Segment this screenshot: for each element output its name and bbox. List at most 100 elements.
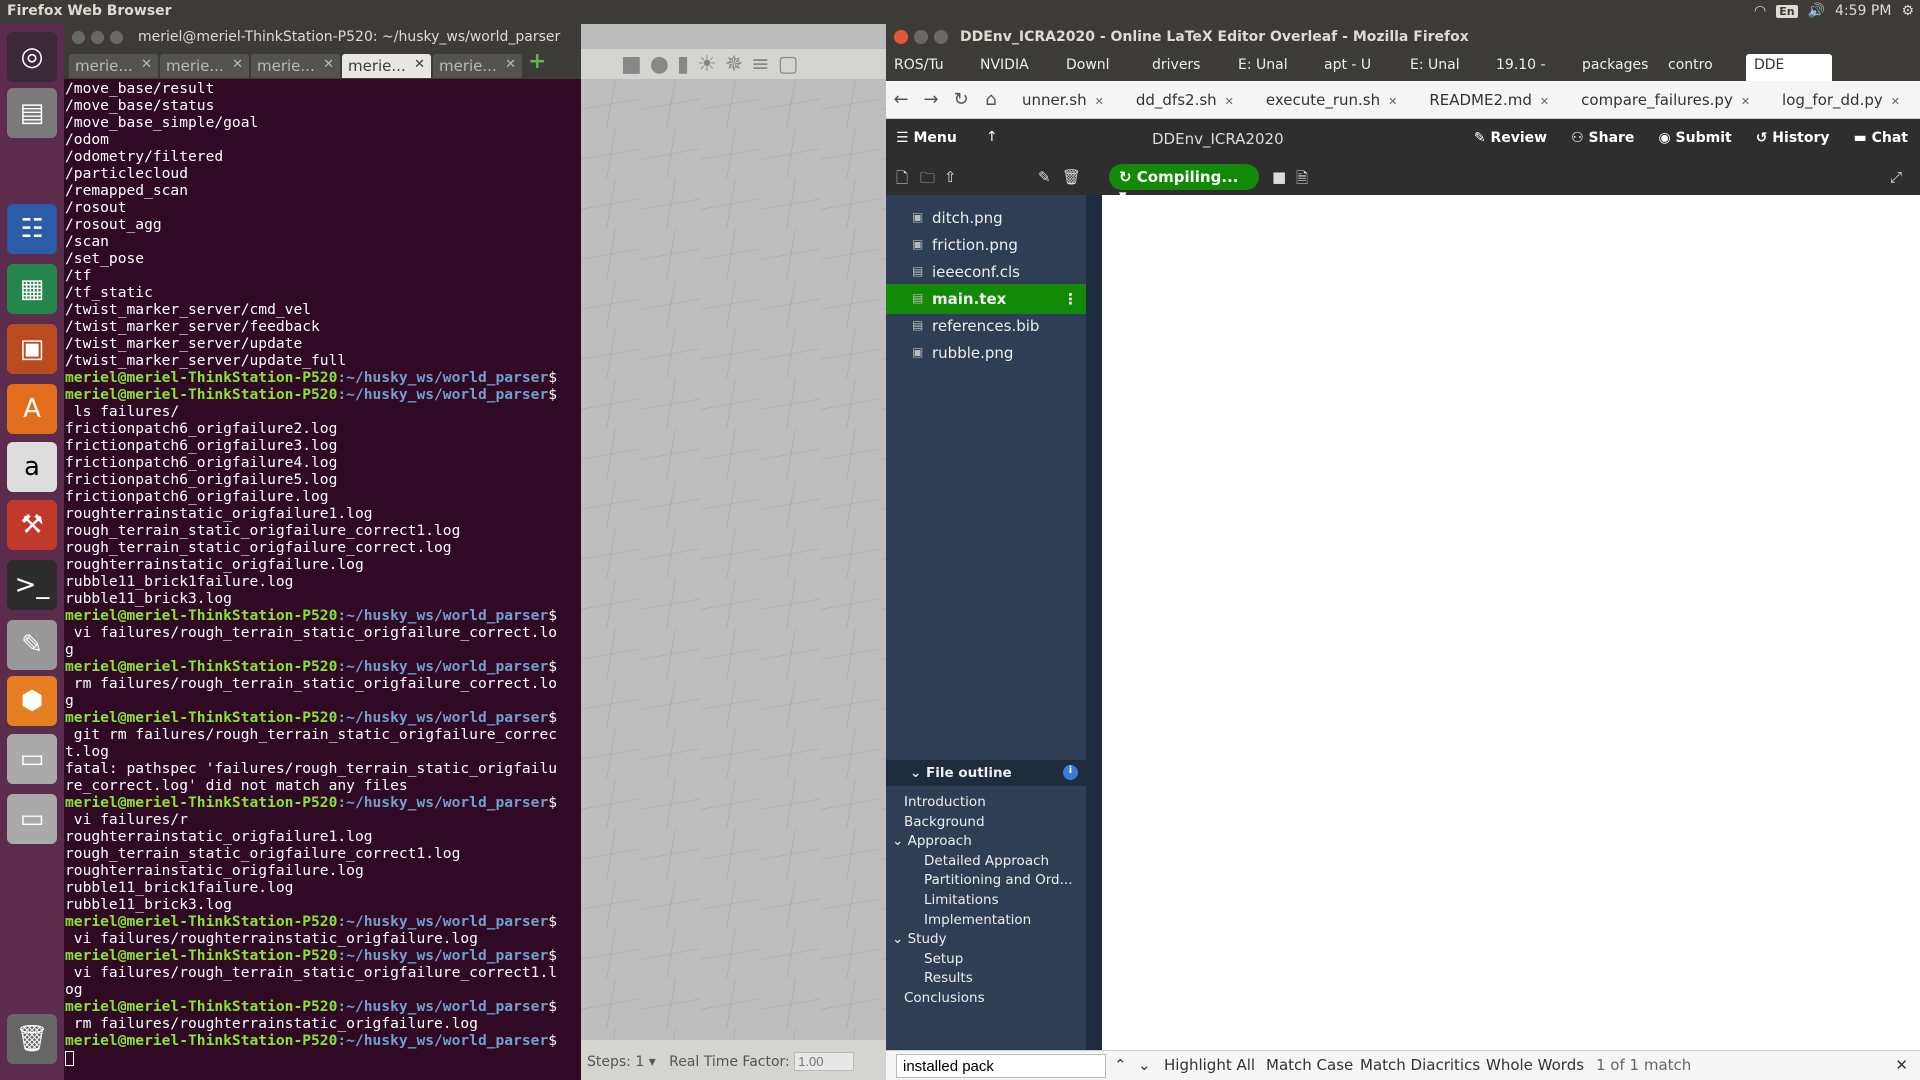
find-next-icon[interactable]: ⌄ [1138, 1056, 1151, 1074]
browser-tab[interactable]: NVIDIA [972, 51, 1058, 81]
match-case-checkbox[interactable]: Match Case [1266, 1056, 1353, 1074]
terminal-tab[interactable]: merie... ✕ [69, 54, 158, 78]
settings-icon[interactable]: ⚒ [7, 500, 57, 550]
history-button[interactable]: ↺ History [1756, 130, 1830, 146]
whole-words-checkbox[interactable]: Whole Words [1486, 1056, 1584, 1074]
keyboard-layout[interactable]: En [1776, 4, 1798, 18]
outline-header[interactable]: ⌄ File outline i [886, 760, 1086, 786]
outline-item[interactable]: ⌄ Approach [892, 833, 972, 849]
reload-icon[interactable]: ↻ [946, 89, 976, 110]
chevron-down-icon[interactable]: ⌄ [892, 931, 908, 947]
browser-tab[interactable]: E: Unal [1402, 51, 1488, 81]
wifi-icon[interactable]: ◠ [1754, 3, 1766, 19]
steps-value[interactable]: 1 [635, 1054, 644, 1070]
terminal-icon[interactable]: >_ [7, 560, 57, 610]
delete-icon[interactable]: 🗑 [1062, 168, 1081, 186]
file-menu-icon[interactable]: ⋮ [1063, 290, 1078, 308]
copy-icon[interactable]: ▢ [778, 52, 799, 77]
file-item[interactable]: ▤ references.bib [886, 311, 1086, 341]
maximize-icon[interactable] [934, 30, 948, 44]
file-item[interactable]: ▤ ieeeconf.cls [886, 257, 1086, 287]
browser-tab[interactable]: ROS/Tu [886, 51, 972, 81]
browser-tab[interactable]: apt - U [1316, 51, 1402, 81]
text-editor-icon[interactable]: ✎ [7, 620, 57, 670]
close-icon[interactable]: ✕ [232, 57, 243, 72]
outline-item[interactable]: ⌄ Study [892, 931, 947, 947]
match-diacritics-checkbox[interactable]: Match Diacritics [1360, 1056, 1480, 1074]
browser-tab[interactable]: Downl [1058, 51, 1144, 81]
gazebo-viewport[interactable] [581, 79, 886, 1039]
sphere-shape-icon[interactable]: ● [650, 52, 669, 77]
file-item[interactable]: ▣ rubble.png [886, 338, 1086, 368]
browser-tab[interactable]: contro [1660, 51, 1746, 81]
share-button[interactable]: ⚇ Share [1571, 130, 1634, 146]
new-tab-icon[interactable]: + [528, 49, 546, 79]
terminal-output[interactable]: /move_base/result/move_base/status/move_… [65, 80, 581, 1066]
up-arrow-icon[interactable]: ↑ [986, 129, 998, 145]
file-item[interactable]: ▣ ditch.png [886, 203, 1086, 233]
volume-icon[interactable]: 🔊 [1808, 3, 1825, 19]
highlight-all-checkbox[interactable]: Highlight All [1164, 1056, 1255, 1074]
software-center-icon[interactable]: A [7, 384, 57, 434]
spot-light-icon[interactable]: ≡ [751, 52, 769, 77]
file-item[interactable]: ▤ main.tex ⋮ [886, 284, 1086, 314]
browser-tab-active[interactable]: DDE [1746, 54, 1832, 81]
close-icon[interactable]: ✕ [323, 57, 334, 72]
find-prev-icon[interactable]: ⌃ [1114, 1056, 1127, 1074]
maximize-icon[interactable] [110, 31, 123, 44]
trash-icon[interactable]: 🗑 [7, 1014, 57, 1064]
stop-icon[interactable]: ■ [1272, 168, 1286, 186]
editor-tab[interactable]: dd_dfs2.sh ✕ [1120, 91, 1250, 109]
editor-tab[interactable]: execute_run.sh ✕ [1250, 91, 1413, 109]
outline-item[interactable]: Conclusions [904, 990, 985, 1006]
pane-divider[interactable] [1086, 195, 1102, 1075]
outline-item[interactable]: Introduction [904, 794, 986, 810]
find-input[interactable] [896, 1054, 1106, 1078]
home-icon[interactable]: ⌂ [976, 89, 1006, 110]
terminal-tab[interactable]: merie... ✕ [433, 54, 522, 78]
disk-icon[interactable]: ▭ [7, 734, 57, 784]
close-icon[interactable] [894, 30, 908, 44]
new-file-icon[interactable]: 🗋 [896, 168, 908, 193]
writer-icon[interactable]: ☷ [7, 204, 57, 254]
chat-button[interactable]: ▬ Chat [1854, 130, 1909, 146]
box-icon[interactable]: ⬢ [7, 676, 57, 726]
amazon-icon[interactable]: a [7, 442, 57, 492]
editor-tab[interactable]: README2.md ✕ [1413, 91, 1565, 109]
chevron-down-icon[interactable]: ⌄ [892, 833, 908, 849]
terminal-titlebar[interactable]: meriel@meriel-ThinkStation-P520: ~/husky… [64, 24, 581, 51]
outline-item[interactable]: Background [904, 814, 985, 830]
gazebo-window[interactable]: ■ ● ▮ ☀ ✵ ≡ ▢ Steps: 1 ▾ Real Time Facto… [581, 24, 886, 1080]
close-icon[interactable] [72, 31, 85, 44]
editor-tab[interactable]: compare_failures.py ✕ [1565, 91, 1766, 109]
terminal-tab[interactable]: merie... ✕ [251, 54, 340, 78]
menu-button[interactable]: ☰ Menu [896, 130, 957, 146]
ubuntu-icon[interactable]: ◎ [7, 32, 57, 82]
point-light-icon[interactable]: ✵ [725, 52, 743, 77]
info-icon[interactable]: i [1063, 765, 1078, 780]
browser-tab[interactable]: 19.10 - [1488, 51, 1574, 81]
logs-icon[interactable]: 🗎 [1296, 168, 1308, 193]
project-title[interactable]: DDEnv_ICRA2020 [1152, 130, 1284, 148]
expand-icon[interactable]: ⤢ [1890, 168, 1902, 186]
firefox-titlebar[interactable]: DDEnv_ICRA2020 - Online LaTeX Editor Ove… [886, 24, 1920, 51]
box-shape-icon[interactable]: ■ [621, 52, 642, 77]
forward-icon[interactable]: → [916, 89, 946, 110]
outline-item[interactable]: Implementation [924, 912, 1031, 928]
files-icon[interactable]: ▤ [7, 88, 57, 138]
close-icon[interactable]: ✕ [141, 57, 152, 72]
close-icon[interactable]: ✕ [505, 57, 516, 72]
cylinder-shape-icon[interactable]: ▮ [677, 52, 689, 77]
back-icon[interactable]: ← [886, 89, 916, 110]
calc-icon[interactable]: ▦ [7, 264, 57, 314]
system-tray[interactable]: ◠ En 🔊 4:59 PM ⚙ [1754, 3, 1914, 19]
new-folder-icon[interactable]: 🗀 [920, 168, 935, 193]
outline-item[interactable]: Results [924, 970, 973, 986]
sun-light-icon[interactable]: ☀ [697, 52, 717, 77]
minimize-icon[interactable] [91, 31, 104, 44]
editor-tab[interactable]: log_for_dd.py ✕ [1766, 91, 1916, 109]
terminal-window[interactable]: meriel@meriel-ThinkStation-P520: ~/husky… [64, 24, 581, 1080]
editor-tab[interactable]: unner.sh ✕ [1006, 91, 1120, 109]
browser-tab[interactable]: E: Unal [1230, 51, 1316, 81]
minimize-icon[interactable] [914, 30, 928, 44]
